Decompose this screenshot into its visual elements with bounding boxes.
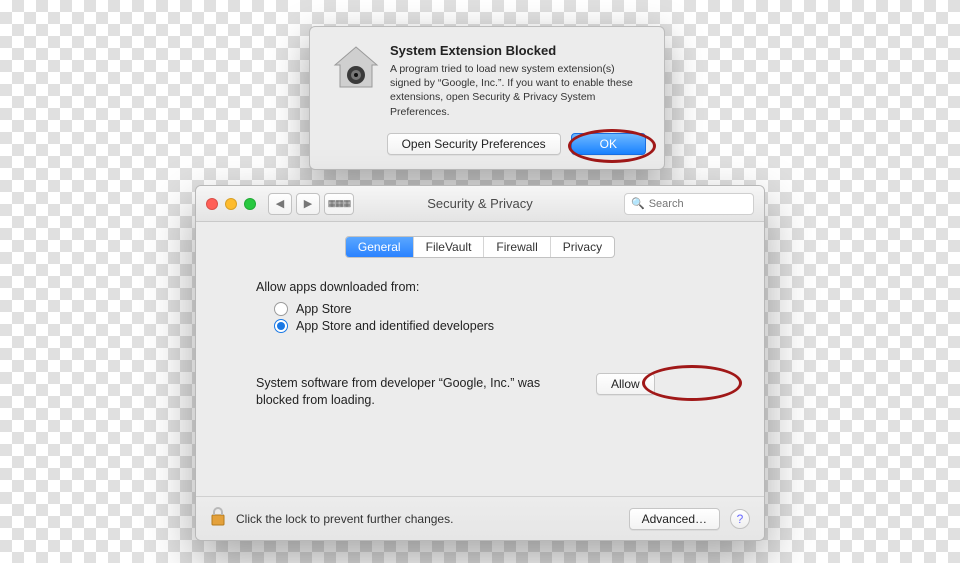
close-window-button[interactable] xyxy=(206,198,218,210)
zoom-window-button[interactable] xyxy=(244,198,256,210)
allow-apps-label: Allow apps downloaded from: xyxy=(256,280,730,294)
tab-privacy[interactable]: Privacy xyxy=(551,237,614,257)
security-privacy-window: ◀ ▶ ▦▦▦ Security & Privacy 🔍 General Fil… xyxy=(195,185,765,541)
alert-title: System Extension Blocked xyxy=(390,43,646,58)
help-button[interactable]: ? xyxy=(730,509,750,529)
radio-app-store[interactable] xyxy=(274,302,288,316)
tab-general[interactable]: General xyxy=(346,237,414,257)
grid-icon: ▦▦▦ xyxy=(328,198,351,209)
back-button[interactable]: ◀ xyxy=(268,193,292,215)
blocked-software-message: System software from developer “Google, … xyxy=(256,375,576,409)
chevron-right-icon: ▶ xyxy=(304,197,312,210)
tab-firewall[interactable]: Firewall xyxy=(484,237,550,257)
search-input[interactable] xyxy=(649,198,747,210)
chevron-left-icon: ◀ xyxy=(276,197,284,210)
alert-message: A program tried to load new system exten… xyxy=(390,62,646,119)
radio-app-store-identified-label: App Store and identified developers xyxy=(296,319,494,333)
radio-app-store-label: App Store xyxy=(296,302,352,316)
system-extension-blocked-dialog: System Extension Blocked A program tried… xyxy=(309,26,665,170)
annotation-circle-allow xyxy=(642,365,742,401)
traffic-lights xyxy=(206,198,256,210)
pref-tabs: General FileVault Firewall Privacy xyxy=(345,236,615,258)
search-field[interactable]: 🔍 xyxy=(624,193,754,215)
minimize-window-button[interactable] xyxy=(225,198,237,210)
tab-filevault[interactable]: FileVault xyxy=(414,237,485,257)
window-titlebar: ◀ ▶ ▦▦▦ Security & Privacy 🔍 xyxy=(196,186,764,222)
ok-button[interactable]: OK xyxy=(571,133,646,155)
lock-icon[interactable] xyxy=(210,507,226,530)
radio-app-store-identified[interactable] xyxy=(274,319,288,333)
lock-hint-text: Click the lock to prevent further change… xyxy=(236,512,453,526)
allow-button[interactable]: Allow xyxy=(596,373,655,395)
kext-house-icon xyxy=(328,43,384,119)
search-icon: 🔍 xyxy=(631,197,645,210)
forward-button[interactable]: ▶ xyxy=(296,193,320,215)
show-all-button[interactable]: ▦▦▦ xyxy=(324,193,354,215)
open-security-preferences-button[interactable]: Open Security Preferences xyxy=(387,133,561,155)
advanced-button[interactable]: Advanced… xyxy=(629,508,720,530)
